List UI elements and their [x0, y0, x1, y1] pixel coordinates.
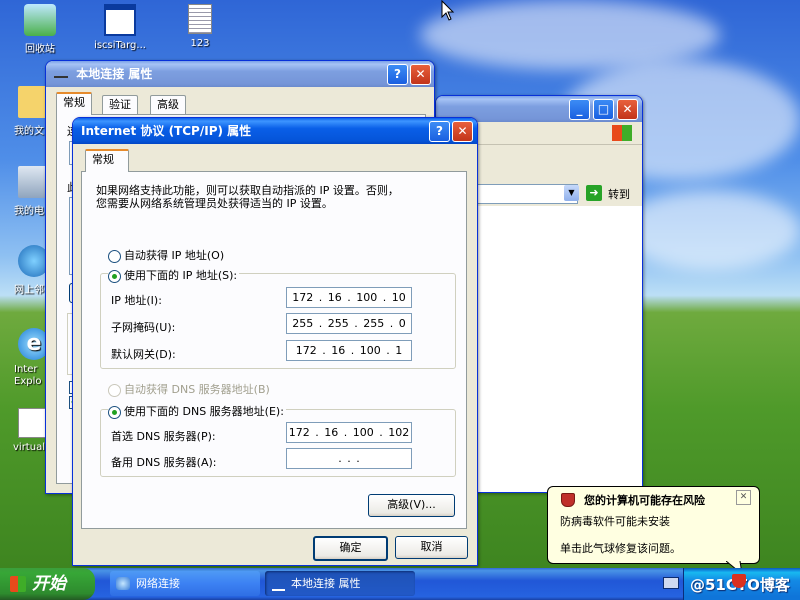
windows-logo-icon [10, 576, 26, 592]
balloon-title: 您的计算机可能存在风险 [584, 494, 705, 507]
radio-circle [108, 383, 121, 397]
tcpip-titlebar[interactable]: Internet 协议 (TCP/IP) 属性 ? ✕ [73, 118, 477, 144]
description-line-2: 您需要从网络系统管理员处获得适当的 IP 设置。 [96, 197, 333, 210]
tab-general[interactable]: 常规 [56, 92, 92, 115]
start-button[interactable]: 开始 [0, 568, 95, 600]
text-file-icon [188, 4, 212, 34]
taskbar-item-label: 本地连接 属性 [291, 577, 361, 590]
ok-button[interactable]: 确定 [313, 536, 388, 561]
help-button[interactable]: ? [387, 64, 408, 85]
internet-explorer-label: Inter Explo [14, 364, 42, 387]
address-dropdown-button[interactable]: ▼ [564, 185, 579, 201]
tab-advanced[interactable]: 高级 [150, 95, 186, 114]
mouse-cursor-icon [441, 0, 455, 21]
alternate-dns-label: 备用 DNS 服务器(A): [111, 456, 217, 469]
balloon-line-1: 防病毒软件可能未安装 [560, 515, 670, 528]
virtual-app-icon [18, 408, 48, 438]
close-button[interactable]: ✕ [617, 99, 638, 120]
auto-dns-radio: 自动获得 DNS 服务器地址(B) [108, 381, 270, 397]
maximize-button[interactable]: □ [593, 99, 614, 120]
taskbar-item-network-connections[interactable]: 网络连接 [110, 571, 260, 596]
manual-dns-label: 使用下面的 DNS 服务器地址(E): [124, 405, 284, 418]
tcpip-tabs: 常规 [81, 149, 469, 172]
go-arrow-icon[interactable]: ➜ [586, 185, 602, 201]
tcpip-properties-dialog[interactable]: Internet 协议 (TCP/IP) 属性 ? ✕ 常规 如果网络支持此功能… [72, 117, 478, 566]
security-alert-icon[interactable] [732, 574, 746, 588]
start-label: 开始 [32, 574, 66, 594]
iscsi-target-icon[interactable]: iscsiTarg... [83, 4, 157, 51]
auto-dns-label: 自动获得 DNS 服务器地址(B) [124, 383, 270, 396]
gateway-input[interactable]: 172 . 16 . 100 . 1 [286, 340, 412, 361]
virtual-label: virtual [13, 442, 45, 453]
balloon-line-2: 单击此气球修复该问题。 [560, 542, 681, 555]
advanced-button[interactable]: 高级(V)... [368, 494, 455, 517]
close-button[interactable]: ✕ [452, 121, 473, 142]
file-123-label: 123 [190, 38, 210, 49]
radio-circle[interactable] [108, 405, 121, 419]
recycle-bin-label: 回收站 [25, 44, 55, 55]
network-conn-icon [272, 578, 285, 591]
local-conn-title: 本地连接 属性 [76, 67, 153, 81]
my-computer-label: 我的电 [14, 206, 44, 217]
tcpip-title: Internet 协议 (TCP/IP) 属性 [81, 124, 252, 138]
subnet-mask-input[interactable]: 255 . 255 . 255 . 0 [286, 313, 412, 334]
tab-general[interactable]: 常规 [85, 149, 129, 172]
network-places-label: 网上邻 [14, 285, 44, 296]
shield-warning-icon [561, 493, 575, 507]
system-tray: @51CTO博客 [663, 568, 800, 600]
ip-address-input[interactable]: 172 . 16 . 100 . 10 [286, 287, 412, 308]
go-button-label[interactable]: 转到 [608, 186, 630, 202]
radio-circle[interactable] [108, 269, 121, 283]
manual-ip-radio[interactable]: 使用下面的 IP 地址(S): [108, 267, 240, 283]
help-button[interactable]: ? [429, 121, 450, 142]
radio-circle[interactable] [108, 249, 121, 263]
local-conn-tabs: 常规 验证 高级 [54, 92, 424, 115]
my-documents-label: 我的文 [14, 126, 44, 137]
balloon-close-button[interactable]: ✕ [736, 490, 751, 505]
close-button[interactable]: ✕ [410, 64, 431, 85]
window-app-icon [104, 4, 136, 36]
security-alert-balloon[interactable]: 您的计算机可能存在风险 ✕ 防病毒软件可能未安装 单击此气球修复该问题。 [547, 486, 760, 575]
recycle-bin-icon-graphic [24, 4, 56, 36]
iscsi-target-label: iscsiTarg... [94, 40, 146, 51]
network-connections-icon [116, 577, 130, 590]
recycle-bin-icon[interactable]: 回收站 [3, 4, 77, 55]
network-conn-icon [54, 66, 68, 78]
tab-authentication[interactable]: 验证 [102, 95, 138, 114]
preferred-dns-label: 首选 DNS 服务器(P): [111, 430, 216, 443]
taskbar: 开始 网络连接 本地连接 属性 @51CTO博客 [0, 568, 800, 600]
auto-ip-radio[interactable]: 自动获得 IP 地址(O) [108, 247, 224, 263]
manual-dns-radio[interactable]: 使用下面的 DNS 服务器地址(E): [108, 403, 286, 419]
tcpip-general-panel: 如果网络支持此功能，则可以获取自动指派的 IP 设置。否则， 您需要从网络系统管… [81, 171, 467, 529]
file-123-icon[interactable]: 123 [163, 4, 237, 49]
minimize-button[interactable]: _ [569, 99, 590, 120]
cancel-button[interactable]: 取消 [395, 536, 468, 559]
ip-address-label: IP 地址(I): [111, 294, 162, 307]
preferred-dns-input[interactable]: 172 . 16 . 100 . 102 [286, 422, 412, 443]
auto-ip-label: 自动获得 IP 地址(O) [124, 249, 225, 262]
taskbar-item-label: 网络连接 [136, 577, 180, 590]
keyboard-icon[interactable] [663, 577, 679, 589]
taskbar-item-local-conn-properties[interactable]: 本地连接 属性 [265, 571, 415, 596]
windows-flag-icon [612, 125, 632, 141]
manual-ip-label: 使用下面的 IP 地址(S): [124, 269, 238, 282]
local-conn-titlebar[interactable]: 本地连接 属性 ? ✕ [46, 61, 434, 87]
subnet-mask-label: 子网掩码(U): [111, 321, 176, 334]
gateway-label: 默认网关(D): [111, 348, 176, 361]
alternate-dns-input[interactable]: . . . [286, 448, 412, 469]
